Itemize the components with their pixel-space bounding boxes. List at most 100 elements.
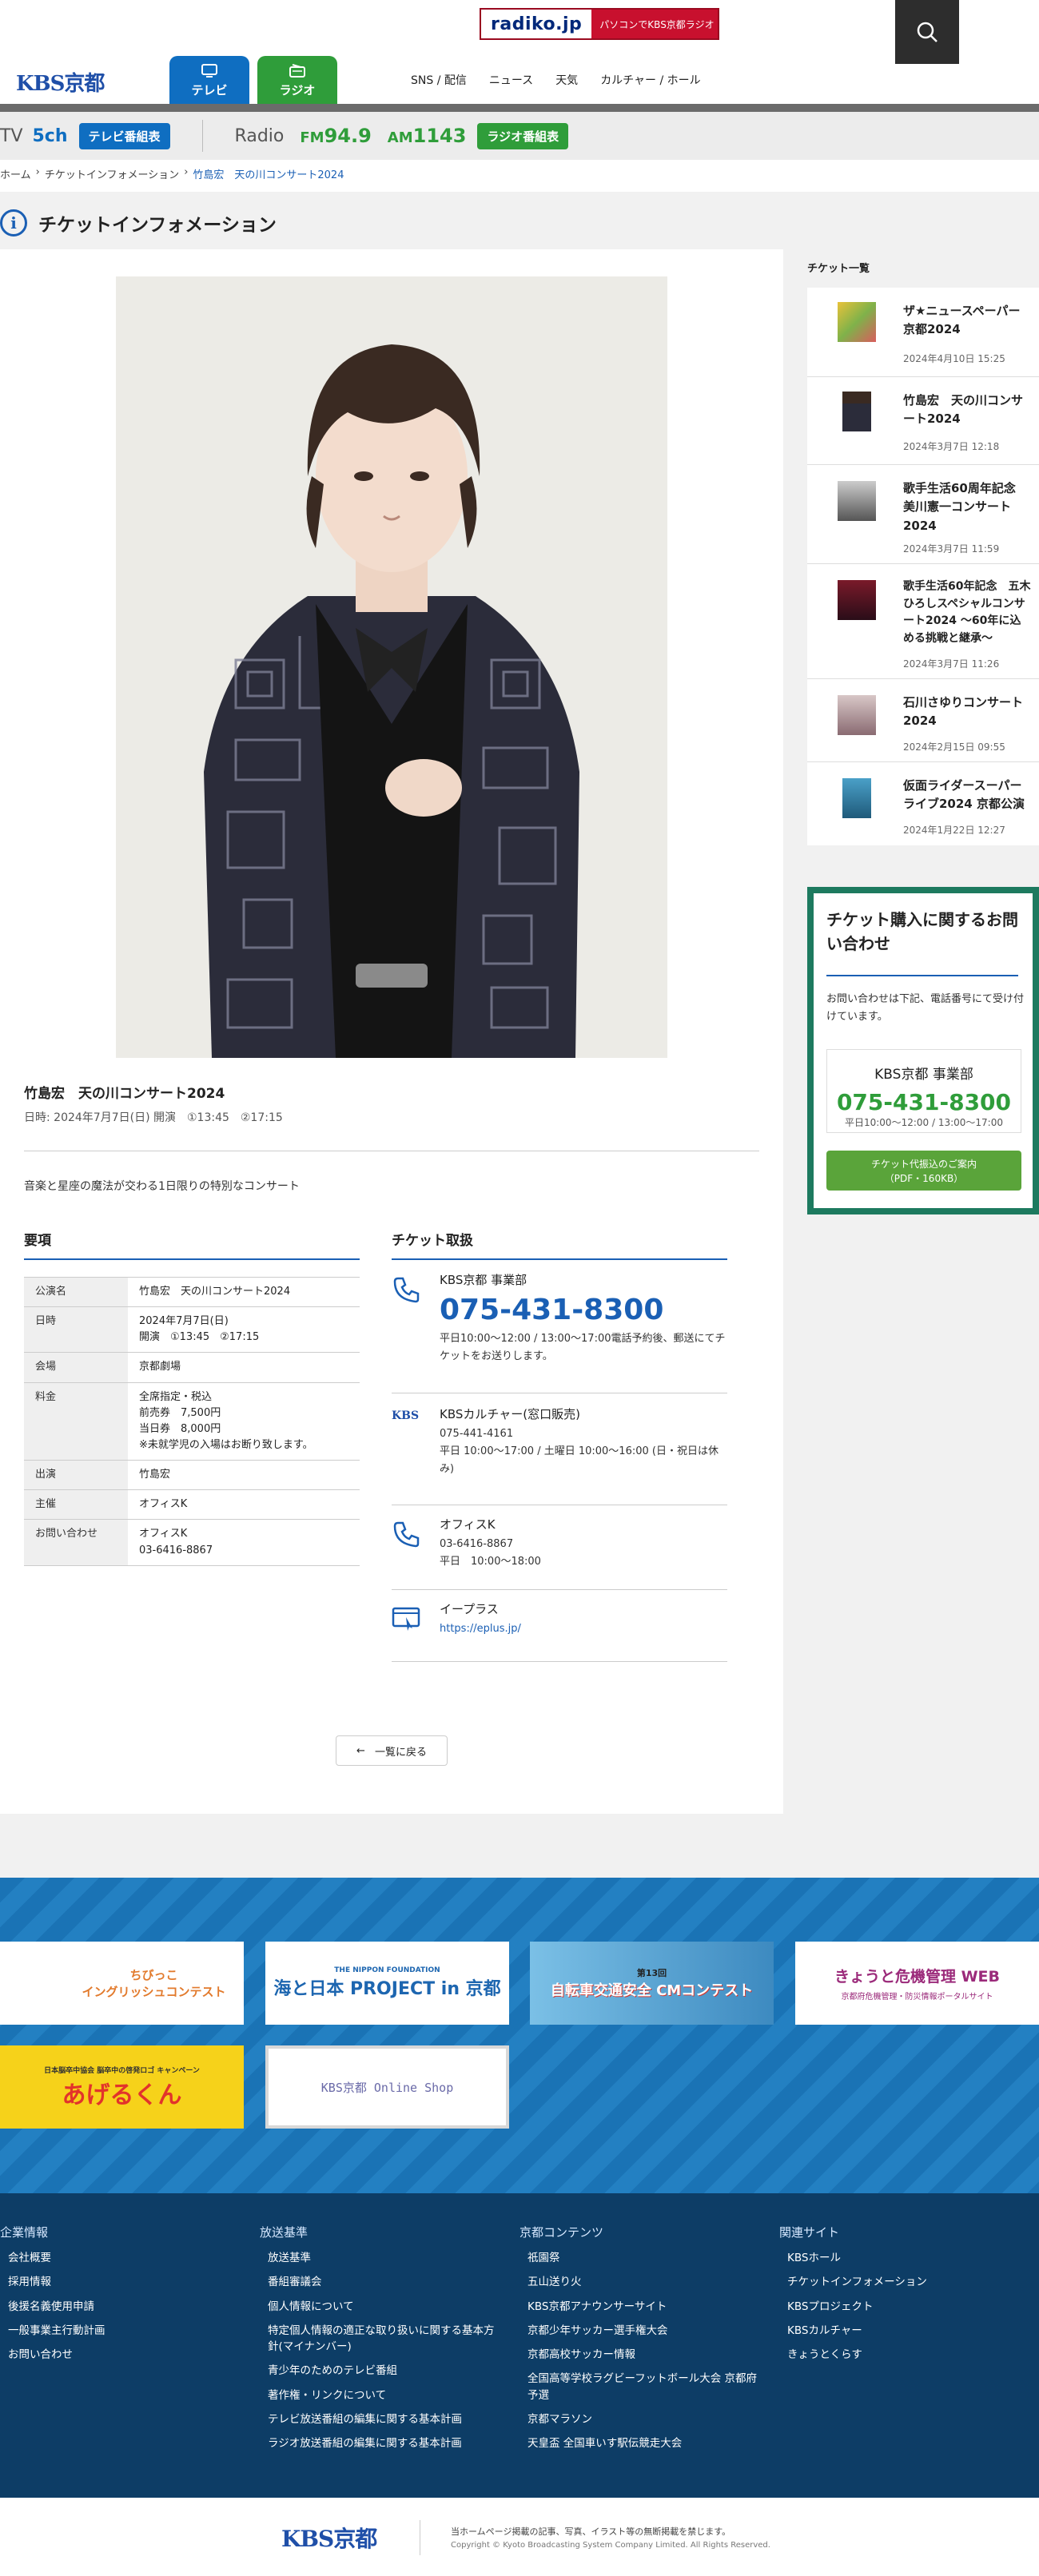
tab-radio-label: ラジオ [279,82,316,97]
list-item[interactable]: 歌手生活60周年記念 美川憲一コンサート2024 2024年3月7日 11:59 [807,465,1039,564]
nav-sns[interactable]: SNS / 配信 [400,72,478,88]
footer-link[interactable]: 一般事業主行動計画 [0,2323,240,2339]
breadcrumb-current[interactable]: 竹島宏 天の川コンサート2024 [193,166,344,181]
spec-value: オフィスK [128,1489,360,1521]
footer-link[interactable]: 京都高校サッカー情報 [520,2347,759,2363]
nav-weather[interactable]: 天気 [544,72,589,88]
banner-online-shop-text: KBS京都 Online Shop [320,2080,454,2095]
chevron-right-icon: › [184,166,189,178]
table-row: 日時 2024年7月7日(日) 開演 ①13:45 ②17:15 [24,1306,360,1354]
performer-illustration [116,276,667,1058]
search-button[interactable] [895,0,959,64]
banner-bicycle-cm-contest[interactable]: 第13回 自転車交通安全 CMコンテスト [530,1942,774,2025]
channel-separator [201,120,203,152]
banner-agerukun[interactable]: 日本脳卒中協会 脳卒中の啓発ロゴ キャンペーン あげるくん [0,2045,244,2129]
footer-col-heading: 企業情報 [0,2225,49,2240]
footer-link[interactable]: 放送基準 [260,2250,500,2266]
nav-news[interactable]: ニュース [478,72,544,88]
banner-online-shop[interactable]: KBS京都 Online Shop [265,2045,509,2129]
sidebar-heading: チケット一覧 [807,263,870,275]
contact-hours: 平日10:00～12:00 / 13:00～17:00 [844,1117,1003,1128]
ticket-detail: 竹島宏 天の川コンサート2024 日時: 2024年7月7日(日) 開演 ①13… [0,249,783,1814]
footer-link[interactable]: 青少年のためのテレビ番組 [260,2363,500,2379]
footer-link[interactable]: KBSホール [779,2250,1019,2266]
banner-bicycle-sub: 第13回 [636,1968,667,1978]
outlet-phone[interactable]: 075-431-8300 [440,1293,727,1327]
footer-link[interactable]: チケットインフォメーション [779,2274,1019,2290]
footer-link[interactable]: KBSカルチャー [779,2323,1019,2339]
outlet-note: 平日 10:00～17:00 / 土曜日 10:00～16:00 (日・祝日は休… [440,1445,719,1475]
spec-value: オフィスK 03-6416-8867 [128,1519,360,1566]
fm-frequency: FM94.9 [300,125,371,147]
outlet-phone[interactable]: 03-6416-8867 [440,1536,727,1553]
footer-link[interactable]: 五山送り火 [520,2274,759,2290]
global-nav: SNS / 配信 ニュース 天気 カルチャー / ホール [400,72,712,88]
outlet-phone[interactable]: 075-441-4161 [440,1425,727,1443]
footer-col-corporate: 企業情報 会社概要 採用情報 後援名義使用申請 一般事業主行動計画 お問い合わせ [0,2224,240,2371]
contact-divider [826,975,1018,976]
radio-icon [289,63,305,78]
footer-link[interactable]: きょうとくらす [779,2347,1019,2363]
tv-channel: 5ch [32,125,68,146]
nav-culture[interactable]: カルチャー / ホール [589,72,711,88]
banner-umi-text: 海と日本 PROJECT in 京都 [273,1979,501,1999]
contact-box: チケット購入に関するお問い合わせ お問い合わせは下記、電話番号にて受け付けていま… [807,887,1039,1214]
spec-table: 公演名 竹島宏 天の川コンサート2024 日時 2024年7月7日(日) 開演 ①13… [24,1276,360,1566]
radiko-text: パソコンでKBS京都ラジオ [599,18,715,30]
footer-logo[interactable]: KBS京都 [281,2522,377,2554]
tv-schedule-button[interactable]: テレビ番組表 [78,122,170,149]
footer-link[interactable]: 全国高等学校ラグビーフットボール大会 京都府予選 [520,2371,759,2403]
list-item[interactable]: ザ★ニュースペーパー 京都2024 2024年4月10日 15:25 [807,288,1039,377]
payment-guide-button[interactable]: チケット代振込のご案内 （PDF・160KB） [826,1151,1021,1191]
spec-value: 全席指定・税込 前売券 7,500円 当日券 8,000円 ※未就学児の入場はお… [128,1381,360,1461]
radio-schedule-button[interactable]: ラジオ番組表 [477,122,569,149]
list-item[interactable]: 竹島宏 天の川コンサート2024 2024年3月7日 12:18 [807,377,1039,465]
footer-link[interactable]: お問い合わせ [0,2347,240,2363]
footer-link[interactable]: ラジオ放送番組の編集に関する基本計画 [260,2435,500,2451]
footer-link[interactable]: 著作権・リンクについて [260,2387,500,2403]
list-item[interactable]: 仮面ライダースーパーライブ2024 京都公演 2024年1月22日 12:27 [807,762,1039,845]
event-description: 音楽と星座の魔法が交わる1日限りの特別なコンサート [24,1180,300,1193]
site-logo[interactable]: KBS京都 [16,67,105,97]
banner-kiki-kanri[interactable]: きょうと危機管理 WEB 京都府危機管理・防災情報ポータルサイト [795,1942,1039,2025]
header-divider [0,104,1039,112]
list-item[interactable]: 歌手生活60年記念 五木ひろしスペシャルコンサート2024 ～60年に込める挑戦… [807,564,1039,679]
banner-umi-to-nippon[interactable]: THE NIPPON FOUNDATION 海と日本 PROJECT in 京都 [265,1942,509,2025]
contact-phone[interactable]: 075-431-8300 [827,1089,1021,1115]
footer-notice: 当ホームページ掲載の記事、写真、イラスト等の無断掲載を禁じます。 [451,2526,731,2537]
tab-tv[interactable]: テレビ [169,56,249,105]
list-item-title: 石川さゆりコンサート2024 [903,695,1024,729]
site-footer: 企業情報 会社概要 採用情報 後援名義使用申請 一般事業主行動計画 お問い合わせ… [0,2193,1039,2498]
tv-icon [201,63,217,78]
thumbnail-image [838,580,876,620]
spec-value: 2024年7月7日(日) 開演 ①13:45 ②17:15 [128,1306,360,1354]
footer-link[interactable]: KBS京都アナウンサーサイト [520,2299,759,2315]
footer-link[interactable]: 祇園祭 [520,2250,759,2266]
spec-key: お問い合わせ [24,1519,128,1566]
tab-radio[interactable]: ラジオ [257,56,337,105]
breadcrumb-home[interactable]: ホーム [0,166,31,181]
banner-english-contest[interactable]: ちびっこ イングリッシュコンテスト [0,1942,244,2025]
ticket-outlet-kbs: KBS京都 事業部 075-431-8300 平日10:00～12:00 / 1… [392,1270,727,1393]
back-to-list-button[interactable]: ← 一覧に戻る [336,1735,448,1766]
radiko-banner[interactable]: radiko.jp パソコンでKBS京都ラジオ [480,8,719,40]
thumbnail-image [842,392,871,431]
breadcrumb-ticket[interactable]: チケットインフォメーション [45,166,179,181]
list-item-date: 2024年3月7日 11:59 [903,543,1000,555]
footer-link[interactable]: 個人情報について [260,2299,500,2315]
footer-link[interactable]: テレビ放送番組の編集に関する基本計画 [260,2411,500,2427]
list-item[interactable]: 石川さゆりコンサート2024 2024年2月15日 09:55 [807,679,1039,762]
outlet-link[interactable]: https://eplus.jp/ [440,1620,727,1638]
list-item-date: 2024年3月7日 11:26 [903,658,1000,670]
footer-link[interactable]: 番組審議会 [260,2274,500,2290]
footer-col-heading: 放送基準 [260,2225,309,2240]
footer-link[interactable]: 天皇盃 全国車いす駅伝競走大会 [520,2435,759,2451]
footer-link[interactable]: 採用情報 [0,2274,240,2290]
list-item-date: 2024年3月7日 12:18 [903,441,1000,452]
footer-link[interactable]: KBSプロジェクト [779,2299,1019,2315]
footer-link[interactable]: 京都マラソン [520,2411,759,2427]
footer-link[interactable]: 後援名義使用申請 [0,2299,240,2315]
footer-link[interactable]: 特定個人情報の適正な取り扱いに関する基本方針(マイナンバー) [260,2323,500,2355]
footer-link[interactable]: 会社概要 [0,2250,240,2266]
footer-link[interactable]: 京都少年サッカー選手権大会 [520,2323,759,2339]
